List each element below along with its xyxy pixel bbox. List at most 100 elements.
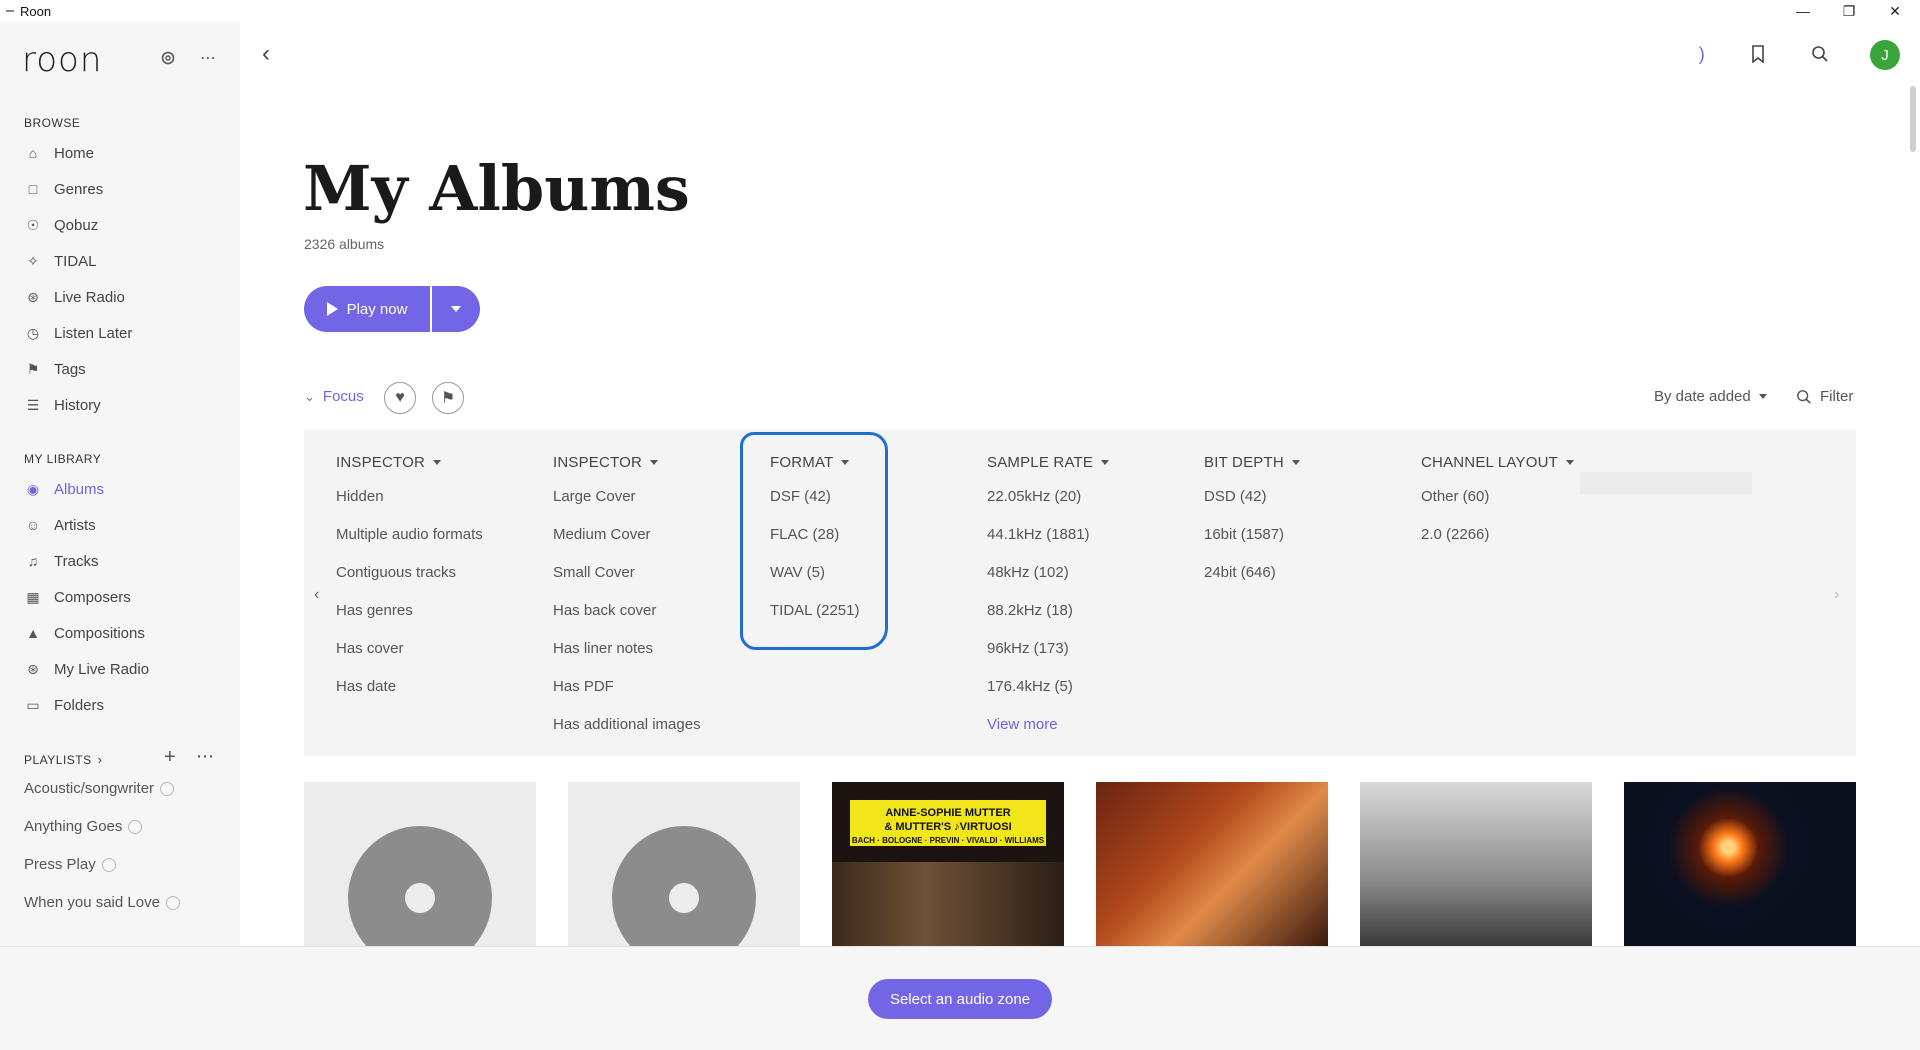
minimize-icon[interactable]: — bbox=[1780, 0, 1826, 22]
album-tile[interactable] bbox=[1624, 782, 1856, 946]
playlist-more-icon[interactable]: ⋯ bbox=[196, 746, 214, 767]
focus-option[interactable]: Has date bbox=[336, 668, 483, 706]
column-header[interactable]: SAMPLE RATE bbox=[987, 452, 1110, 472]
avatar[interactable]: J bbox=[1870, 40, 1900, 70]
radio-icon: ⊛ bbox=[27, 288, 39, 305]
focus-option[interactable]: 16bit (1587) bbox=[1204, 516, 1300, 554]
genres-icon: □ bbox=[28, 181, 38, 197]
focus-option[interactable]: 24bit (646) bbox=[1204, 554, 1300, 592]
playlist-item[interactable]: Press Play bbox=[24, 856, 116, 873]
close-icon[interactable]: ✕ bbox=[1872, 0, 1918, 22]
chevron-down-icon bbox=[1101, 459, 1110, 465]
focus-option[interactable]: Has liner notes bbox=[553, 630, 701, 668]
focus-panel: ‹ › INSPECTOR Hidden Multiple audio form… bbox=[304, 430, 1856, 756]
sidebar-item-folders[interactable]: ▭ Folders bbox=[24, 690, 234, 720]
sidebar-item-qobuz[interactable]: ☉ Qobuz bbox=[24, 210, 234, 240]
focus-option[interactable]: Has cover bbox=[336, 630, 483, 668]
chevron-down-icon bbox=[1291, 459, 1300, 465]
focus-column-channel-layout: CHANNEL LAYOUT Other (60) 2.0 (2266) bbox=[1421, 452, 1574, 554]
focus-toggle[interactable]: ⌄ Focus bbox=[304, 388, 364, 405]
play-options-dropdown[interactable] bbox=[432, 286, 480, 332]
sort-dropdown[interactable]: By date added bbox=[1654, 388, 1767, 405]
bookmark-icon[interactable] bbox=[1744, 40, 1772, 68]
album-tile[interactable] bbox=[568, 782, 800, 946]
sidebar-item-tracks[interactable]: ♫ Tracks bbox=[24, 546, 234, 576]
view-more-link[interactable]: View more bbox=[987, 706, 1109, 744]
search-icon[interactable] bbox=[1806, 40, 1834, 68]
music-note-icon: ♫ bbox=[27, 553, 39, 569]
sidebar-item-composers[interactable]: ▦ Composers bbox=[24, 582, 234, 612]
album-tile[interactable] bbox=[1096, 782, 1328, 946]
sidebar-item-artists[interactable]: ☺ Artists bbox=[24, 510, 234, 540]
sidebar-item-home[interactable]: ⌂ Home bbox=[24, 138, 234, 168]
sidebar-item-live-radio[interactable]: ⊛ Live Radio bbox=[24, 282, 234, 312]
tidal-icon: ✧ bbox=[27, 252, 39, 269]
play-now-button[interactable]: Play now bbox=[304, 286, 430, 332]
focus-option[interactable]: Has back cover bbox=[553, 592, 701, 630]
filter-button[interactable]: Filter bbox=[1796, 388, 1853, 405]
album-placeholder-icon bbox=[612, 826, 756, 946]
playlist-item[interactable]: Anything Goes bbox=[24, 818, 143, 835]
qobuz-icon: ☉ bbox=[26, 216, 40, 233]
album-tile[interactable] bbox=[1360, 782, 1592, 946]
add-playlist-icon[interactable]: + bbox=[164, 746, 176, 769]
chevron-down-icon bbox=[1758, 394, 1767, 399]
column-header[interactable]: INSPECTOR bbox=[336, 452, 483, 472]
window-titlebar: Roon bbox=[0, 0, 1920, 22]
qobuz-badge-icon bbox=[165, 895, 180, 910]
focus-option[interactable]: 22.05kHz (20) bbox=[987, 478, 1109, 516]
focus-option[interactable]: Other (60) bbox=[1421, 478, 1574, 516]
favorite-filter-button[interactable]: ♥ bbox=[384, 382, 416, 414]
app-icon bbox=[6, 10, 14, 12]
focus-option[interactable]: 44.1kHz (1881) bbox=[987, 516, 1109, 554]
album-cover-title: ANNE-SOPHIE MUTTER & MUTTER'S ♪VIRTUOSI … bbox=[850, 800, 1046, 846]
qobuz-badge-icon bbox=[128, 819, 143, 834]
format-highlight-annotation bbox=[740, 432, 888, 650]
scrollbar-thumb[interactable] bbox=[1910, 86, 1916, 152]
sidebar-item-tags[interactable]: ⚑ Tags bbox=[24, 354, 234, 384]
restore-icon[interactable]: ❐ bbox=[1826, 0, 1872, 22]
focus-option[interactable]: 96kHz (173) bbox=[987, 630, 1109, 668]
focus-option[interactable]: Large Cover bbox=[553, 478, 701, 516]
sidebar-item-my-live-radio[interactable]: ⊛ My Live Radio bbox=[24, 654, 234, 684]
focus-option[interactable]: DSD (42) bbox=[1204, 478, 1300, 516]
column-header[interactable]: INSPECTOR bbox=[553, 452, 701, 472]
gear-icon[interactable] bbox=[156, 46, 180, 70]
focus-option[interactable]: Contiguous tracks bbox=[336, 554, 483, 592]
chevron-down-icon bbox=[433, 459, 442, 465]
composition-icon: ▲ bbox=[26, 625, 40, 641]
focus-option[interactable]: Medium Cover bbox=[553, 516, 701, 554]
focus-option[interactable]: Hidden bbox=[336, 478, 483, 516]
album-tile[interactable]: ANNE-SOPHIE MUTTER & MUTTER'S ♪VIRTUOSI … bbox=[832, 782, 1064, 946]
sidebar-item-genres[interactable]: □ Genres bbox=[24, 174, 234, 204]
sidebar-item-albums[interactable]: ◉ Albums bbox=[24, 474, 234, 504]
back-icon[interactable]: ‹ bbox=[262, 40, 270, 68]
playlist-item[interactable]: Acoustic/songwriter bbox=[24, 780, 175, 797]
sidebar-item-listen-later[interactable]: ◷ Listen Later bbox=[24, 318, 234, 348]
search-icon bbox=[1797, 389, 1811, 404]
focus-option[interactable]: Small Cover bbox=[553, 554, 701, 592]
focus-option[interactable]: 2.0 (2266) bbox=[1421, 516, 1574, 554]
playlists-header[interactable]: PLAYLISTS › bbox=[24, 752, 102, 767]
focus-option[interactable]: Has additional images bbox=[553, 706, 701, 744]
qobuz-badge-icon bbox=[160, 781, 175, 796]
column-header[interactable]: BIT DEPTH bbox=[1204, 452, 1300, 472]
column-header[interactable]: CHANNEL LAYOUT bbox=[1421, 452, 1574, 472]
album-tile[interactable] bbox=[304, 782, 536, 946]
sidebar-item-compositions[interactable]: ▲ Compositions bbox=[24, 618, 234, 648]
sidebar-item-history[interactable]: ☰ History bbox=[24, 390, 234, 420]
select-audio-zone-button[interactable]: Select an audio zone bbox=[868, 979, 1052, 1019]
focus-option[interactable]: Has PDF bbox=[553, 668, 701, 706]
focus-option[interactable]: 88.2kHz (18) bbox=[987, 592, 1109, 630]
focus-option[interactable]: 48kHz (102) bbox=[987, 554, 1109, 592]
focus-option[interactable]: Has genres bbox=[336, 592, 483, 630]
library-header: MY LIBRARY bbox=[24, 452, 102, 466]
playlist-item[interactable]: When you said Love bbox=[24, 894, 180, 911]
sidebar-item-tidal[interactable]: ✧ TIDAL bbox=[24, 246, 234, 276]
focus-option[interactable]: 176.4kHz (5) bbox=[987, 668, 1109, 706]
chevron-right-icon[interactable]: › bbox=[1834, 586, 1839, 604]
focus-option[interactable]: Multiple audio formats bbox=[336, 516, 483, 554]
tag-filter-button[interactable]: ⚑ bbox=[432, 382, 464, 414]
chevron-left-icon[interactable]: ‹ bbox=[314, 586, 319, 604]
more-icon[interactable]: ⋯ bbox=[196, 46, 220, 70]
